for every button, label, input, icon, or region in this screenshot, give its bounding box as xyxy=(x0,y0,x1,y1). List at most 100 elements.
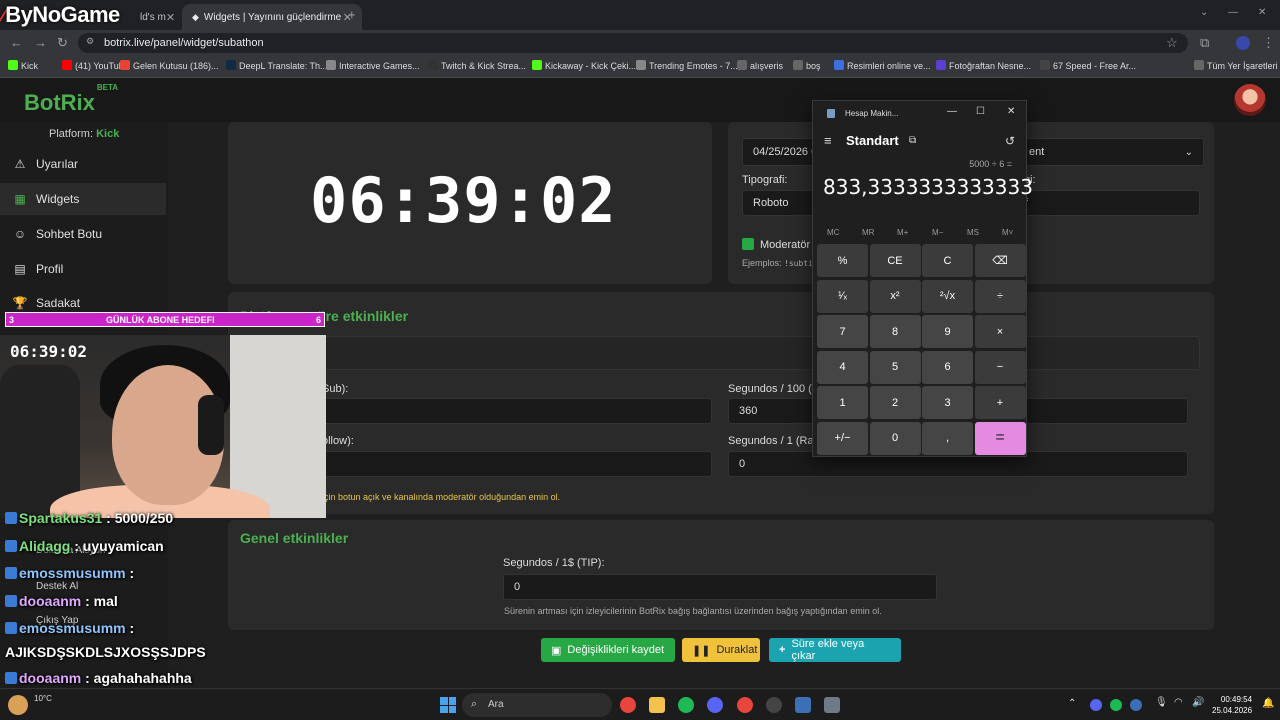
calc-key-four[interactable]: 4 xyxy=(817,350,868,384)
calc-key-percent[interactable]: % xyxy=(817,244,868,277)
bookmark-item[interactable]: boş xyxy=(793,60,821,71)
steam-icon[interactable] xyxy=(795,697,811,713)
new-tab-icon[interactable]: + xyxy=(348,7,356,22)
taskbar-clock[interactable]: 00:49:54 25.04.2026 xyxy=(1212,694,1252,716)
bookmark-item[interactable]: Gelen Kutusu (186)... xyxy=(120,60,219,71)
notification-bell-icon[interactable]: 🔔 xyxy=(1262,698,1274,709)
reload-icon[interactable]: ↻ xyxy=(57,35,68,51)
calc-key-backspace[interactable]: ⌫ xyxy=(974,244,1026,277)
calculator-taskbar-icon[interactable] xyxy=(824,697,840,713)
bookmark-item[interactable]: (41) YouTube xyxy=(62,60,129,71)
calc-key-clear[interactable]: C xyxy=(922,244,973,277)
tip-seconds-input[interactable]: 0 xyxy=(503,574,937,600)
weather-icon[interactable] xyxy=(8,695,28,715)
discord-icon[interactable] xyxy=(707,697,723,713)
calc-key-two[interactable]: 2 xyxy=(869,386,921,419)
botrix-logo[interactable]: BotRixBETA xyxy=(24,83,118,116)
calc-key-zero[interactable]: 0 xyxy=(869,421,921,455)
memory-button[interactable]: M+ xyxy=(897,228,908,237)
calc-key-reciprocal[interactable]: ¹⁄ₓ xyxy=(817,279,868,313)
url-input[interactable]: ⚙ botrix.live/panel/widget/subathon xyxy=(78,33,1188,53)
spotify-icon[interactable] xyxy=(678,697,694,713)
calc-key-plus[interactable]: + xyxy=(974,386,1026,419)
chevron-down-icon[interactable]: ⌄ xyxy=(1200,7,1208,18)
calc-key-minus[interactable]: − xyxy=(974,350,1026,384)
memory-button[interactable]: M˅ xyxy=(1002,228,1013,237)
calc-key-nine[interactable]: 9 xyxy=(922,315,973,348)
obs-icon[interactable] xyxy=(766,697,782,713)
user-avatar[interactable] xyxy=(1234,84,1266,116)
bookmark-item[interactable]: Kick xyxy=(8,60,38,71)
calc-key-three[interactable]: 3 xyxy=(922,386,973,419)
hamburger-icon[interactable]: ≡ xyxy=(824,133,832,148)
tab-label: Widgets | Yayınını güçlendirme xyxy=(203,11,342,23)
bookmark-item[interactable]: 67 Speed - Free Ar... xyxy=(1040,60,1136,71)
calc-key-eight[interactable]: 8 xyxy=(869,315,921,348)
calc-key-clear-entry[interactable]: CE xyxy=(869,244,921,277)
tray-steam-icon[interactable] xyxy=(1130,699,1142,711)
memory-button[interactable]: MR xyxy=(862,228,874,237)
memory-button[interactable]: MC xyxy=(827,228,839,237)
bookmark-item[interactable]: Tüm Yer İşaretleri xyxy=(1194,60,1278,71)
keep-on-top-icon[interactable]: ⧉ xyxy=(909,135,916,146)
bookmark-item[interactable]: Interactive Games... xyxy=(326,60,420,71)
extensions-icon[interactable]: ⧉ xyxy=(1200,35,1209,51)
close-window-icon[interactable]: ✕ xyxy=(1258,7,1266,18)
minimize-icon[interactable]: — xyxy=(947,106,957,117)
chrome-alt-icon[interactable] xyxy=(737,697,753,713)
file-explorer-icon[interactable] xyxy=(649,697,665,713)
bookmark-item[interactable]: Resimleri online ve... xyxy=(834,60,931,71)
profile-icon[interactable] xyxy=(1236,36,1250,50)
bookmark-item[interactable]: Trending Emotes - 7... xyxy=(636,60,738,71)
moderator-checkbox[interactable] xyxy=(742,238,754,250)
history-icon[interactable]: ↺ xyxy=(1005,134,1015,148)
calc-key-five[interactable]: 5 xyxy=(869,350,921,384)
chrome-icon[interactable] xyxy=(620,697,636,713)
tray-chevron-icon[interactable]: ⌃ xyxy=(1068,698,1076,709)
calc-key-seven[interactable]: 7 xyxy=(817,315,868,348)
bookmark-item[interactable]: Kickaway - Kick Çeki... xyxy=(532,60,636,71)
bookmark-item[interactable]: alışveris xyxy=(737,60,783,71)
calc-key-divide[interactable]: ÷ xyxy=(974,279,1026,313)
microphone-icon[interactable]: 🎙 xyxy=(1155,697,1168,708)
calc-key-square[interactable]: x² xyxy=(869,279,921,313)
sub-seconds-input[interactable] xyxy=(322,398,712,424)
save-changes-button[interactable]: ▣ Değişiklikleri kaydet xyxy=(541,638,675,662)
calc-key-multiply[interactable]: × xyxy=(974,315,1026,348)
sidebar-item-profil[interactable]: ▤ Profil xyxy=(0,253,166,285)
bookmark-item[interactable]: Fotoğraftan Nesne... xyxy=(936,60,1031,71)
forward-icon[interactable]: → xyxy=(34,35,47,50)
minimize-window-icon[interactable]: — xyxy=(1228,7,1238,18)
menu-kebab-icon[interactable]: ⋮ xyxy=(1262,35,1275,51)
memory-button[interactable]: M− xyxy=(932,228,943,237)
taskbar-search[interactable]: ⌕ Ara xyxy=(462,693,612,717)
calc-key-decimal[interactable]: , xyxy=(922,421,973,455)
close-icon[interactable]: ✕ xyxy=(1007,106,1015,117)
sidebar-item-widgets[interactable]: ▦ Widgets xyxy=(0,183,166,215)
windows-start-icon[interactable] xyxy=(440,697,456,713)
calc-key-square-root[interactable]: ²√x xyxy=(922,279,973,313)
site-info-icon[interactable]: ⚙ xyxy=(86,36,94,47)
wifi-icon[interactable]: ◠ xyxy=(1174,697,1183,708)
bookmark-item[interactable]: DeepL Translate: Th... xyxy=(226,60,328,71)
calc-key-negate[interactable]: +/− xyxy=(817,421,868,455)
bookmark-star-icon[interactable]: ☆ xyxy=(1166,35,1178,51)
back-icon[interactable]: ← xyxy=(10,35,23,50)
maximize-icon[interactable]: ☐ xyxy=(976,106,985,117)
sidebar-item-sohbet-botu[interactable]: ☺ Sohbet Botu xyxy=(0,218,166,250)
color-input[interactable]: fff xyxy=(1008,190,1200,216)
follow-seconds-input[interactable] xyxy=(322,451,712,477)
close-tab-icon[interactable]: ✕ xyxy=(166,11,175,24)
tray-spotify-icon[interactable] xyxy=(1110,699,1122,711)
pause-button[interactable]: ❚❚ Duraklat xyxy=(682,638,760,662)
tray-discord-icon[interactable] xyxy=(1090,699,1102,711)
calc-key-six[interactable]: 6 xyxy=(922,350,973,384)
volume-icon[interactable]: 🔊 xyxy=(1192,697,1204,708)
bookmark-item[interactable]: Twitch & Kick Strea... xyxy=(428,60,526,71)
memory-button[interactable]: MS xyxy=(967,228,979,237)
sidebar-item-uyarılar[interactable]: ⚠ Uyarılar xyxy=(0,148,166,180)
calc-key-equals[interactable]: = xyxy=(974,421,1026,455)
add-time-button[interactable]: + Süre ekle veya çıkar xyxy=(769,638,901,662)
tab-widgets[interactable]: ◆ Widgets | Yayınını güçlendirme ✕ xyxy=(182,4,362,30)
calc-key-one[interactable]: 1 xyxy=(817,386,868,419)
